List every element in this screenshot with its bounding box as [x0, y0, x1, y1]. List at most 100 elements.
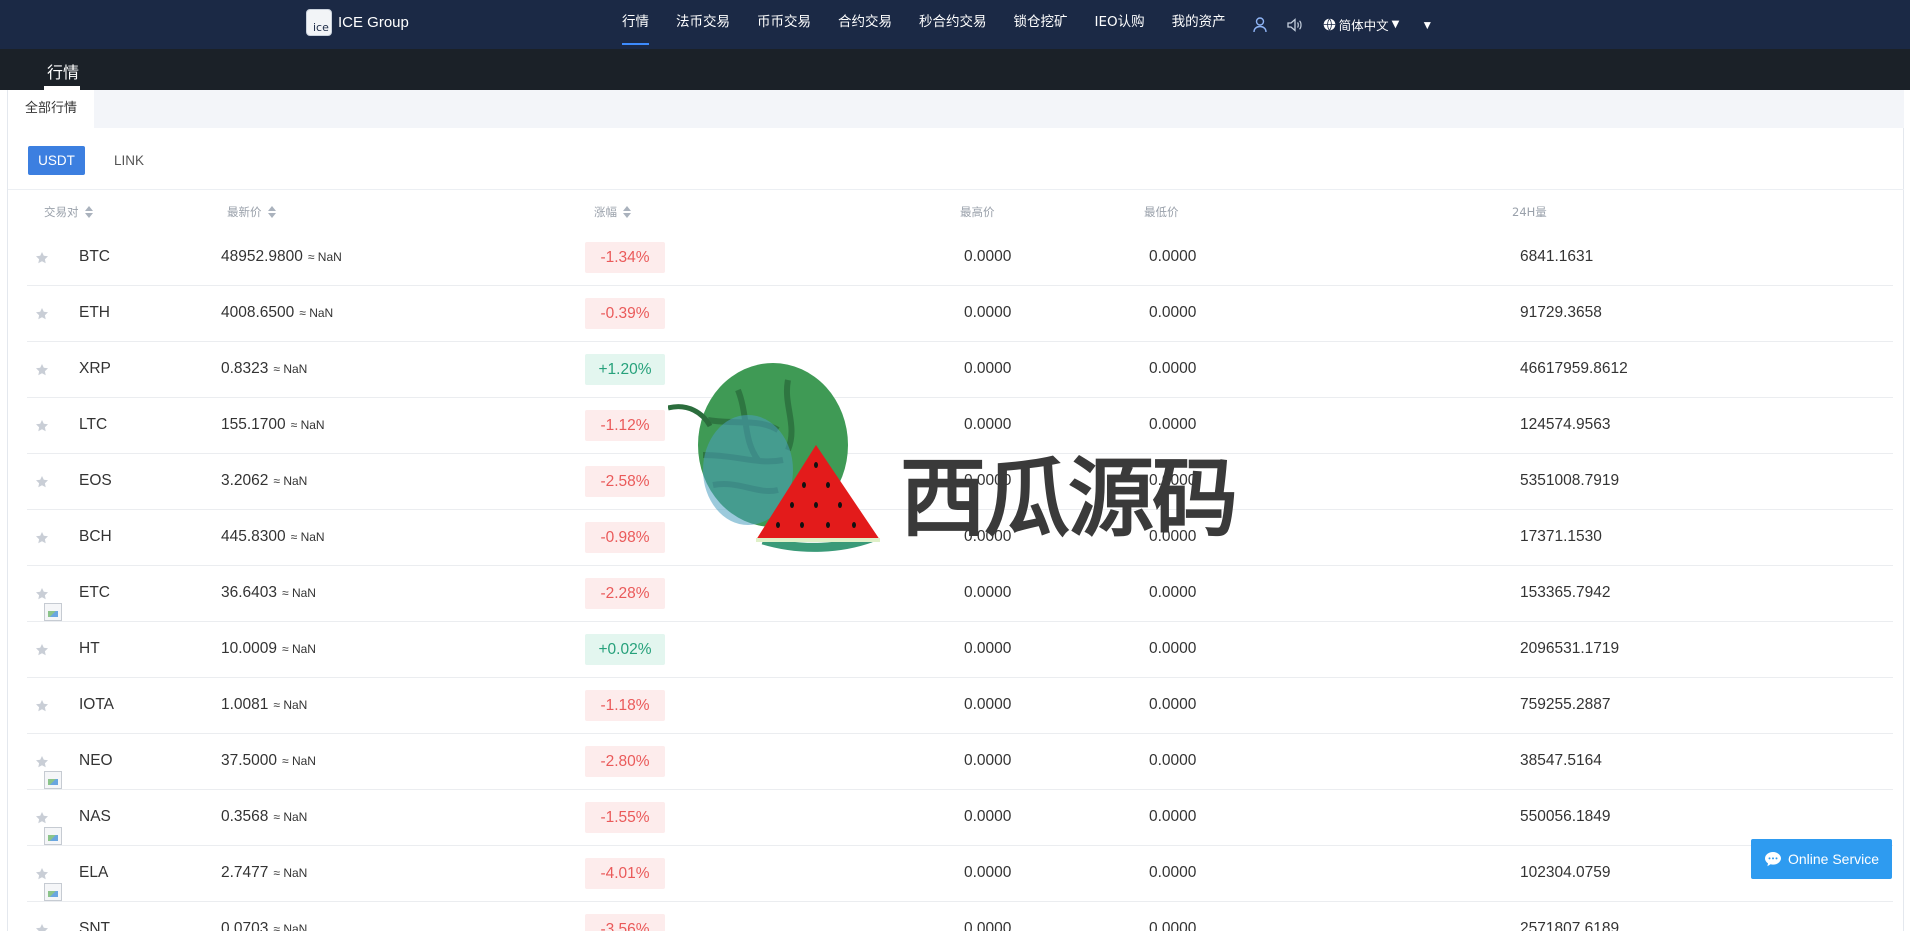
high-price: 0.0000 — [964, 304, 1012, 321]
online-service-button[interactable]: Online Service — [1751, 839, 1892, 879]
high-price: 0.0000 — [964, 472, 1012, 489]
nav-item-lock-mining[interactable]: 锁仓挖矿 — [1014, 0, 1068, 49]
language-selector[interactable]: 简体中文 ▼ — [1323, 15, 1400, 34]
table-body: BTC 48952.9800 ≈ NaN -1.34% 0.0000 0.0000… — [27, 230, 1893, 931]
low-price: 0.0000 — [1149, 696, 1197, 713]
table-row[interactable]: HT 10.0009 ≈ NaN +0.02% 0.0000 0.0000 209… — [27, 622, 1893, 678]
market-link-button[interactable]: LINK — [104, 146, 154, 175]
table-row[interactable]: BCH 445.8300 ≈ NaN -0.98% 0.0000 0.0000 1… — [27, 510, 1893, 566]
price-approx: ≈ NaN — [273, 698, 308, 712]
language-label: 简体中文 — [1338, 18, 1389, 33]
header-change-label: 涨幅 — [594, 205, 617, 219]
change-badge: -1.55% — [585, 802, 665, 833]
table-row[interactable]: ELA 2.7477 ≈ NaN -4.01% 0.0000 0.0000 102… — [27, 846, 1893, 902]
nav-item-fiat-trade[interactable]: 法币交易 — [676, 0, 730, 49]
sound-icon[interactable] — [1286, 17, 1303, 32]
table-row[interactable]: BTC 48952.9800 ≈ NaN -1.34% 0.0000 0.0000… — [27, 230, 1893, 286]
latest-price: 37.5000 ≈ NaN — [221, 752, 316, 770]
header-pair[interactable]: 交易对 — [44, 204, 93, 220]
favorite-star-icon[interactable] — [35, 531, 49, 545]
more-dropdown-icon[interactable]: ▼ — [1421, 18, 1433, 32]
nav-item-ieo[interactable]: IEO认购 — [1095, 0, 1145, 49]
header-low: 最低价 — [1144, 205, 1179, 219]
change-badge: -2.80% — [585, 746, 665, 777]
nav-item-second-contract[interactable]: 秒合约交易 — [919, 0, 987, 49]
latest-price: 3.2062 ≈ NaN — [221, 472, 307, 490]
pair-symbol: ETC — [79, 584, 110, 601]
table-row[interactable]: ETC 36.6403 ≈ NaN -2.28% 0.0000 0.0000 15… — [27, 566, 1893, 622]
latest-price: 155.1700 ≈ NaN — [221, 416, 325, 434]
favorite-star-icon[interactable] — [35, 755, 49, 769]
table-header: 交易对 最新价 涨幅 最高价 最低价 24H量 — [27, 190, 1893, 230]
latest-price: 4008.6500 ≈ NaN — [221, 304, 333, 322]
user-icon[interactable] — [1252, 16, 1267, 33]
nav-item-my-assets[interactable]: 我的资产 — [1172, 0, 1226, 49]
price-approx: ≈ NaN — [290, 418, 325, 432]
favorite-star-icon[interactable] — [35, 699, 49, 713]
table-row[interactable]: XRP 0.8323 ≈ NaN +1.20% 0.0000 0.0000 466… — [27, 342, 1893, 398]
favorite-star-icon[interactable] — [35, 419, 49, 433]
price-value: 3.2062 — [221, 472, 269, 489]
change-badge: +1.20% — [585, 354, 665, 385]
price-approx: ≈ NaN — [290, 530, 325, 544]
header-price[interactable]: 最新价 — [227, 204, 276, 220]
nav-item-market[interactable]: 行情 — [622, 0, 649, 49]
header-change[interactable]: 涨幅 — [594, 204, 631, 220]
latest-price: 0.0703 ≈ NaN — [221, 920, 307, 931]
pair-symbol: EOS — [79, 472, 112, 489]
price-approx: ≈ NaN — [273, 866, 308, 880]
change-badge: -1.34% — [585, 242, 665, 273]
high-price: 0.0000 — [964, 248, 1012, 265]
volume-24h: 102304.0759 — [1520, 864, 1611, 881]
table-row[interactable]: ETH 4008.6500 ≈ NaN -0.39% 0.0000 0.0000 … — [27, 286, 1893, 342]
high-price: 0.0000 — [964, 752, 1012, 769]
price-value: 37.5000 — [221, 752, 278, 769]
favorite-star-icon[interactable] — [35, 643, 49, 657]
main-nav: 行情 法币交易 币币交易 合约交易 秒合约交易 锁仓挖矿 IEO认购 我的资产 … — [622, 0, 1433, 49]
price-approx: ≈ NaN — [273, 922, 308, 931]
favorite-star-icon[interactable] — [35, 475, 49, 489]
change-badge: -2.28% — [585, 578, 665, 609]
volume-24h: 46617959.8612 — [1520, 360, 1628, 377]
market-usdt-button[interactable]: USDT — [28, 146, 85, 175]
favorite-star-icon[interactable] — [35, 923, 49, 931]
table-row[interactable]: SNT 0.0703 ≈ NaN -3.56% 0.0000 0.0000 257… — [27, 902, 1893, 931]
chevron-down-icon: ▼ — [1391, 19, 1400, 30]
table-row[interactable]: NEO 37.5000 ≈ NaN -2.80% 0.0000 0.0000 38… — [27, 734, 1893, 790]
coin-icon-broken — [44, 883, 62, 901]
low-price: 0.0000 — [1149, 416, 1197, 433]
favorite-star-icon[interactable] — [35, 307, 49, 321]
latest-price: 0.8323 ≈ NaN — [221, 360, 307, 378]
price-approx: ≈ NaN — [282, 586, 316, 600]
table-row[interactable]: EOS 3.2062 ≈ NaN -2.58% 0.0000 0.0000 535… — [27, 454, 1893, 510]
header-high: 最高价 — [960, 205, 995, 219]
favorite-star-icon[interactable] — [35, 811, 49, 825]
brand-name: ICE Group — [338, 14, 409, 31]
pair-symbol: BCH — [79, 528, 112, 545]
favorite-star-icon[interactable] — [35, 251, 49, 265]
sort-icon — [84, 206, 93, 218]
volume-24h: 17371.1530 — [1520, 528, 1602, 545]
nav-item-spot-trade[interactable]: 币币交易 — [757, 0, 811, 49]
brand-logo[interactable]: ice ICE Group — [306, 9, 409, 36]
favorite-star-icon[interactable] — [35, 363, 49, 377]
table-row[interactable]: IOTA 1.0081 ≈ NaN -1.18% 0.0000 0.0000 75… — [27, 678, 1893, 734]
volume-24h: 6841.1631 — [1520, 248, 1594, 265]
sort-icon — [623, 206, 631, 218]
pair-symbol: NEO — [79, 752, 113, 769]
volume-24h: 550056.1849 — [1520, 808, 1611, 825]
table-row[interactable]: NAS 0.3568 ≈ NaN -1.55% 0.0000 0.0000 550… — [27, 790, 1893, 846]
favorite-star-icon[interactable] — [35, 867, 49, 881]
favorite-star-icon[interactable] — [35, 587, 49, 601]
nav-item-contract-trade[interactable]: 合约交易 — [838, 0, 892, 49]
pair-symbol: BTC — [79, 248, 110, 265]
tab-all-markets[interactable]: 全部行情 — [8, 90, 94, 128]
high-price: 0.0000 — [964, 640, 1012, 657]
low-price: 0.0000 — [1149, 472, 1197, 489]
price-value: 10.0009 — [221, 640, 278, 657]
price-value: 1.0081 — [221, 696, 269, 713]
table-row[interactable]: LTC 155.1700 ≈ NaN -1.12% 0.0000 0.0000 1… — [27, 398, 1893, 454]
volume-24h: 124574.9563 — [1520, 416, 1611, 433]
sort-icon — [267, 206, 276, 218]
high-price: 0.0000 — [964, 920, 1012, 931]
